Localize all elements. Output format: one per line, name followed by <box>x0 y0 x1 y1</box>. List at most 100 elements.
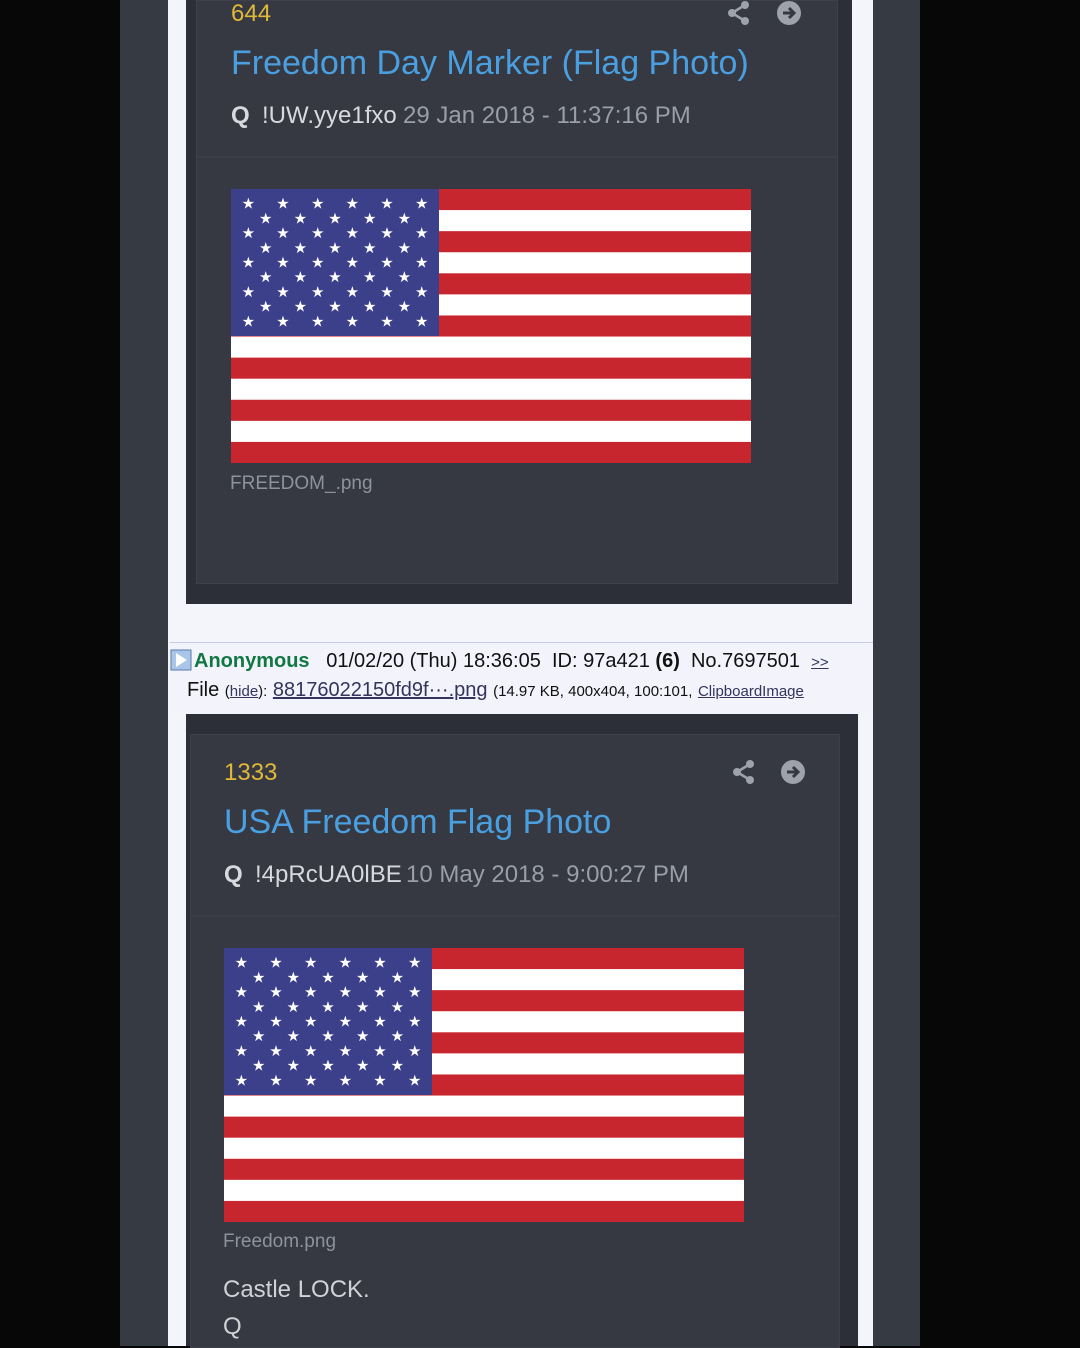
flag-star: ★ <box>294 268 307 286</box>
flag-stripe <box>231 378 751 401</box>
flag-star: ★ <box>339 983 352 1001</box>
flag-star: ★ <box>276 195 289 213</box>
file-meta: (14.97 KB, 400x404, 100:101, <box>493 683 693 700</box>
flag-star: ★ <box>415 195 428 213</box>
post-divider <box>190 915 838 917</box>
flag-star: ★ <box>356 998 369 1016</box>
flag-star: ★ <box>346 224 359 242</box>
flag-star: ★ <box>339 1071 352 1089</box>
flag-star: ★ <box>276 254 289 272</box>
flag-star: ★ <box>269 1042 282 1060</box>
expand-arrow-icon[interactable] <box>170 649 192 671</box>
share-icon[interactable] <box>731 759 757 785</box>
flag-star: ★ <box>259 209 272 227</box>
flag-star: ★ <box>287 998 300 1016</box>
flag-star: ★ <box>356 968 369 986</box>
flag-star: ★ <box>294 209 307 227</box>
flag-star: ★ <box>304 1071 317 1089</box>
flag-star: ★ <box>304 954 317 972</box>
hide-link[interactable]: hide <box>230 683 258 700</box>
flag-stripe <box>224 1137 744 1160</box>
post-number: 644 <box>231 0 272 27</box>
flag-star: ★ <box>235 1042 248 1060</box>
post-title[interactable]: Freedom Day Marker (Flag Photo) <box>231 44 749 83</box>
poster-id-label: ID: <box>551 650 578 672</box>
flag-star: ★ <box>398 239 411 257</box>
flag-star: ★ <box>380 312 393 330</box>
flag-star: ★ <box>328 268 341 286</box>
flag-star: ★ <box>259 239 272 257</box>
post-title[interactable]: USA Freedom Flag Photo <box>224 803 611 842</box>
flag-star: ★ <box>408 954 421 972</box>
flag-star: ★ <box>259 298 272 316</box>
flag-star: ★ <box>346 312 359 330</box>
flag-star: ★ <box>287 968 300 986</box>
poster-name: Anonymous <box>194 650 310 672</box>
file-name-link[interactable]: 88176022150fd9f···.png <box>273 679 488 701</box>
flag-image[interactable]: ★ ★ ★ ★ ★ ★★ ★ ★ ★ ★★ ★ ★ ★ ★ ★★ ★ ★ ★ ★★ ★ ★ ★ ★ ★★ ★ ★ ★ ★★ ★ ★ ★ ★ ★★… <box>224 948 744 1222</box>
poster-id-count: (6) <box>655 650 680 672</box>
flag-stripe <box>224 1158 744 1181</box>
post-info-line: Anonymous 01/02/20 (Thu) 18:36:05 ID: 97… <box>170 649 829 673</box>
flag-star: ★ <box>415 283 428 301</box>
post-date: 29 Jan 2018 - 11:37:16 PM <box>403 102 691 129</box>
post-tripcode: !UW.yye1fxo <box>262 102 397 129</box>
flag-star: ★ <box>242 195 255 213</box>
reply-link[interactable]: >> <box>811 654 829 671</box>
flag-star: ★ <box>304 1042 317 1060</box>
flag-stripe <box>224 1095 744 1118</box>
flag-star: ★ <box>391 998 404 1016</box>
flag-star: ★ <box>380 195 393 213</box>
post-date: 10 May 2018 - 9:00:27 PM <box>406 861 689 888</box>
arrow-circle-right-icon[interactable] <box>776 0 802 26</box>
poster-id[interactable]: 97a421 <box>583 650 650 672</box>
flag-image[interactable]: ★ ★ ★ ★ ★ ★★ ★ ★ ★ ★★ ★ ★ ★ ★ ★★ ★ ★ ★ ★★ ★ ★ ★ ★ ★★ ★ ★ ★ ★★ ★ ★ ★ ★ ★★… <box>231 189 751 463</box>
post-author: Q <box>224 861 243 888</box>
post-number-link[interactable]: No.7697501 <box>691 650 800 672</box>
clipboard-image-link[interactable]: ClipboardImage <box>698 683 804 700</box>
flag-star: ★ <box>363 268 376 286</box>
flag-star: ★ <box>398 268 411 286</box>
flag-star: ★ <box>259 268 272 286</box>
flag-star: ★ <box>242 283 255 301</box>
flag-star: ★ <box>373 983 386 1001</box>
flag-star: ★ <box>380 283 393 301</box>
flag-stripe <box>231 357 751 380</box>
flag-star: ★ <box>328 209 341 227</box>
share-icon[interactable] <box>726 0 752 26</box>
flag-star: ★ <box>328 298 341 316</box>
flag-star: ★ <box>380 254 393 272</box>
flag-star: ★ <box>408 1013 421 1031</box>
flag-star: ★ <box>415 312 428 330</box>
flag-star: ★ <box>287 1027 300 1045</box>
arrow-circle-right-icon[interactable] <box>780 759 806 785</box>
flag-star: ★ <box>276 312 289 330</box>
flag-star: ★ <box>242 224 255 242</box>
flag-star: ★ <box>321 968 334 986</box>
flag-star: ★ <box>269 1071 282 1089</box>
flag-star: ★ <box>311 283 324 301</box>
image-filename[interactable]: FREEDOM_.png <box>230 473 373 495</box>
flag-star: ★ <box>242 254 255 272</box>
image-filename[interactable]: Freedom.png <box>223 1231 336 1253</box>
flag-star: ★ <box>252 968 265 986</box>
flag-star: ★ <box>321 1027 334 1045</box>
flag-star: ★ <box>408 1071 421 1089</box>
flag-star: ★ <box>373 1013 386 1031</box>
post-number: 1333 <box>224 759 278 786</box>
flag-star: ★ <box>391 968 404 986</box>
flag-star: ★ <box>287 1057 300 1075</box>
post-tripcode: !4pRcUA0lBE <box>255 861 402 888</box>
flag-star: ★ <box>252 1027 265 1045</box>
flag-star: ★ <box>321 1057 334 1075</box>
flag-star: ★ <box>235 983 248 1001</box>
flag-star: ★ <box>311 224 324 242</box>
flag-star: ★ <box>235 1071 248 1089</box>
flag-star: ★ <box>242 312 255 330</box>
flag-stripe <box>224 1116 744 1139</box>
post-datetime: 01/02/20 (Thu) 18:36:05 <box>326 650 541 672</box>
flag-star: ★ <box>373 1042 386 1060</box>
flag-star: ★ <box>391 1027 404 1045</box>
flag-star: ★ <box>339 954 352 972</box>
flag-star: ★ <box>311 195 324 213</box>
